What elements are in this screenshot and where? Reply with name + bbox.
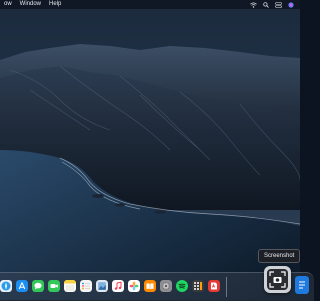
reminders-icon[interactable] [80, 280, 92, 292]
screenshot-icon[interactable] [264, 266, 291, 293]
app-store-icon[interactable] [16, 280, 28, 292]
safari-icon[interactable] [0, 280, 12, 292]
messages-icon[interactable] [32, 280, 44, 292]
search-icon[interactable] [263, 1, 269, 8]
menu-item-window[interactable]: Window [18, 0, 43, 9]
menu-bar-status-area [250, 1, 300, 8]
notes-icon[interactable] [64, 280, 76, 292]
spotify-icon[interactable] [176, 280, 188, 292]
menu-item-help[interactable]: Help [47, 0, 63, 9]
facetime-icon[interactable] [48, 280, 60, 292]
menu-item-partial[interactable]: ow [2, 0, 14, 9]
screenshot-tooltip: Screenshot [258, 249, 301, 263]
calculator-icon[interactable] [192, 280, 204, 292]
desktop-wallpaper [0, 0, 300, 300]
dock-separator [226, 277, 227, 297]
wifi-icon[interactable] [250, 2, 257, 8]
pdf-app-icon[interactable] [208, 280, 220, 292]
photos-icon[interactable] [128, 280, 140, 292]
control-center-icon[interactable] [275, 1, 282, 8]
system-preferences-icon[interactable] [160, 280, 172, 292]
preview-icon[interactable] [96, 280, 108, 292]
music-icon[interactable] [112, 280, 124, 292]
books-icon[interactable] [144, 280, 156, 292]
partial-app-icon[interactable] [295, 276, 309, 294]
siri-icon[interactable] [288, 1, 294, 8]
menu-bar: ow Window Help [0, 0, 300, 9]
